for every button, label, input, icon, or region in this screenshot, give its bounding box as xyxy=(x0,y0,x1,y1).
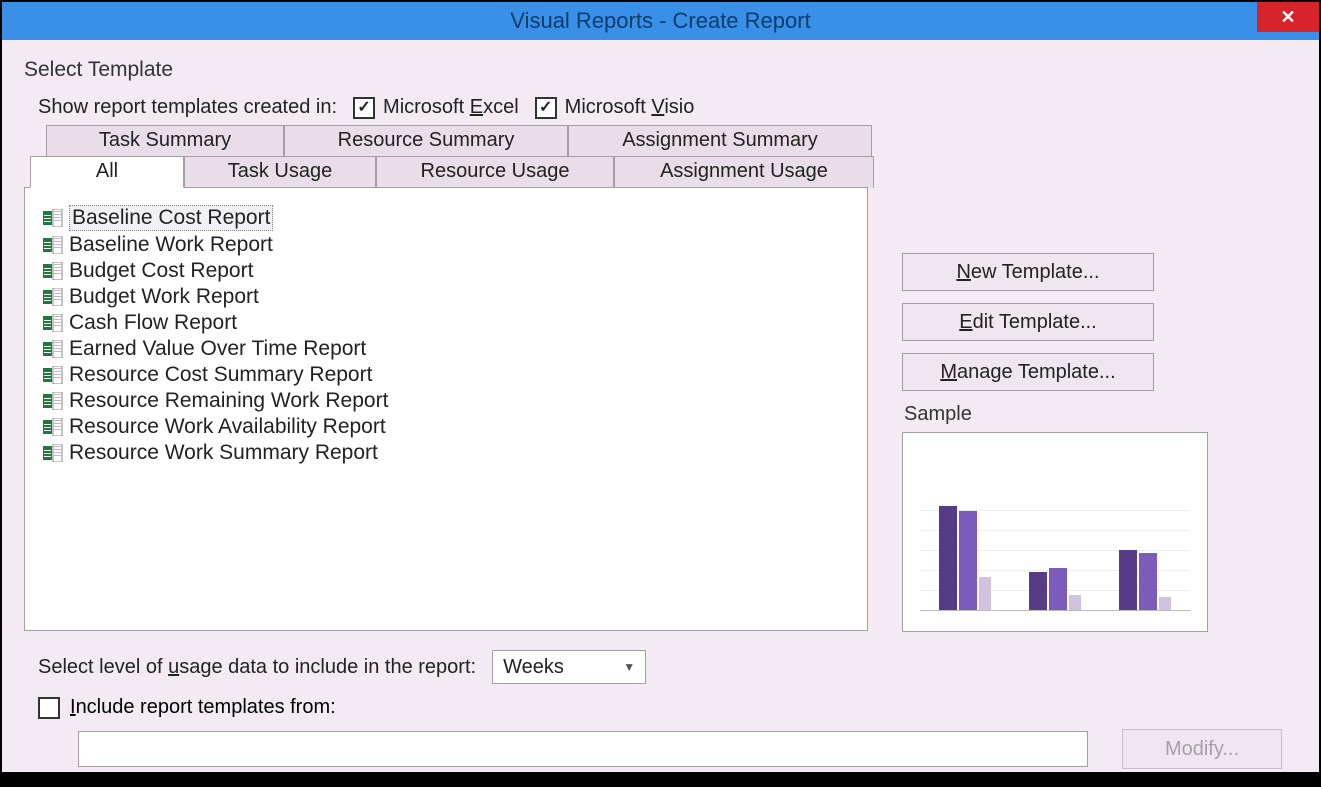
include-path-input[interactable] xyxy=(78,731,1088,767)
list-item[interactable]: Baseline Work Report xyxy=(43,232,857,258)
excel-icon xyxy=(43,236,63,254)
list-item-label: Resource Cost Summary Report xyxy=(69,363,372,387)
bar xyxy=(979,577,991,610)
select-template-label: Select Template xyxy=(24,58,1297,82)
dropdown-value: Weeks xyxy=(503,656,564,679)
tab-assignment-usage[interactable]: Assignment Usage xyxy=(614,156,874,188)
close-button[interactable]: ✕ xyxy=(1257,2,1319,32)
usage-level-dropdown[interactable]: Weeks ▼ xyxy=(492,650,646,684)
show-templates-row: Show report templates created in: Micros… xyxy=(38,96,1297,119)
edit-template-button[interactable]: Edit Template... xyxy=(902,303,1154,341)
list-item-label: Baseline Work Report xyxy=(69,233,273,257)
list-item-label: Resource Remaining Work Report xyxy=(69,389,388,413)
tab-task-usage[interactable]: Task Usage xyxy=(184,156,376,188)
list-item[interactable]: Resource Work Availability Report xyxy=(43,414,857,440)
excel-icon xyxy=(43,418,63,436)
excel-icon xyxy=(43,288,63,306)
excel-icon xyxy=(43,366,63,384)
bar-group xyxy=(939,506,991,611)
include-checkbox[interactable] xyxy=(38,697,60,719)
list-item-label: Cash Flow Report xyxy=(69,311,237,335)
bar xyxy=(1139,553,1157,610)
list-item-label: Baseline Cost Report xyxy=(69,205,273,231)
usage-level-row: Select level of usage data to include in… xyxy=(38,650,1297,684)
list-item[interactable]: Resource Work Summary Report xyxy=(43,440,857,466)
bar xyxy=(1119,550,1137,611)
list-item-label: Earned Value Over Time Report xyxy=(69,337,366,361)
bar xyxy=(939,506,957,611)
manage-template-button[interactable]: Manage Template... xyxy=(902,353,1154,391)
excel-label[interactable]: Microsoft Excel xyxy=(383,96,519,119)
list-item[interactable]: Budget Cost Report xyxy=(43,258,857,284)
excel-icon xyxy=(43,444,63,462)
sample-label: Sample xyxy=(904,403,1297,426)
chevron-down-icon: ▼ xyxy=(623,660,635,674)
excel-checkbox[interactable] xyxy=(353,97,375,119)
tab-all[interactable]: All xyxy=(30,156,184,188)
usage-level-label: Select level of usage data to include in… xyxy=(38,656,476,679)
titlebar: Visual Reports - Create Report ✕ xyxy=(2,2,1319,40)
bar xyxy=(1069,595,1081,610)
excel-icon xyxy=(43,314,63,332)
bar xyxy=(959,511,977,610)
excel-icon xyxy=(43,262,63,280)
new-template-button[interactable]: New Template... xyxy=(902,253,1154,291)
bar xyxy=(1029,572,1047,611)
list-item[interactable]: Baseline Cost Report xyxy=(43,204,857,232)
excel-icon xyxy=(43,392,63,410)
dialog-window: Visual Reports - Create Report ✕ Select … xyxy=(0,0,1321,774)
dialog-body: Select Template Show report templates cr… xyxy=(2,40,1319,787)
bar xyxy=(1049,568,1067,610)
visio-checkbox[interactable] xyxy=(535,97,557,119)
tabset: Task SummaryResource SummaryAssignment S… xyxy=(30,125,874,188)
list-item-label: Resource Work Availability Report xyxy=(69,415,386,439)
sample-preview xyxy=(902,432,1208,632)
template-listbox[interactable]: Baseline Cost ReportBaseline Work Report… xyxy=(24,187,868,631)
list-item[interactable]: Budget Work Report xyxy=(43,284,857,310)
include-label[interactable]: Include report templates from: xyxy=(70,696,336,719)
bar-group xyxy=(1119,550,1171,611)
path-row: Modify... xyxy=(78,729,1297,769)
show-templates-label: Show report templates created in: xyxy=(38,96,337,119)
visio-label[interactable]: Microsoft Visio xyxy=(565,96,695,119)
excel-icon xyxy=(43,340,63,358)
list-item-label: Resource Work Summary Report xyxy=(69,441,378,465)
window-title: Visual Reports - Create Report xyxy=(510,8,810,34)
tab-resource-summary[interactable]: Resource Summary xyxy=(284,125,568,156)
list-item[interactable]: Resource Remaining Work Report xyxy=(43,388,857,414)
list-item-label: Budget Work Report xyxy=(69,285,259,309)
close-icon: ✕ xyxy=(1280,7,1295,28)
modify-button: Modify... xyxy=(1122,729,1282,769)
tab-task-summary[interactable]: Task Summary xyxy=(46,125,284,156)
include-from-row: Include report templates from: xyxy=(38,696,1297,719)
list-item[interactable]: Resource Cost Summary Report xyxy=(43,362,857,388)
list-item-label: Budget Cost Report xyxy=(69,259,253,283)
tab-assignment-summary[interactable]: Assignment Summary xyxy=(568,125,872,156)
excel-icon xyxy=(43,209,63,227)
list-item[interactable]: Earned Value Over Time Report xyxy=(43,336,857,362)
sample-chart xyxy=(920,491,1190,611)
list-item[interactable]: Cash Flow Report xyxy=(43,310,857,336)
tab-resource-usage[interactable]: Resource Usage xyxy=(376,156,614,188)
bar-group xyxy=(1029,568,1081,610)
bar xyxy=(1159,597,1171,610)
